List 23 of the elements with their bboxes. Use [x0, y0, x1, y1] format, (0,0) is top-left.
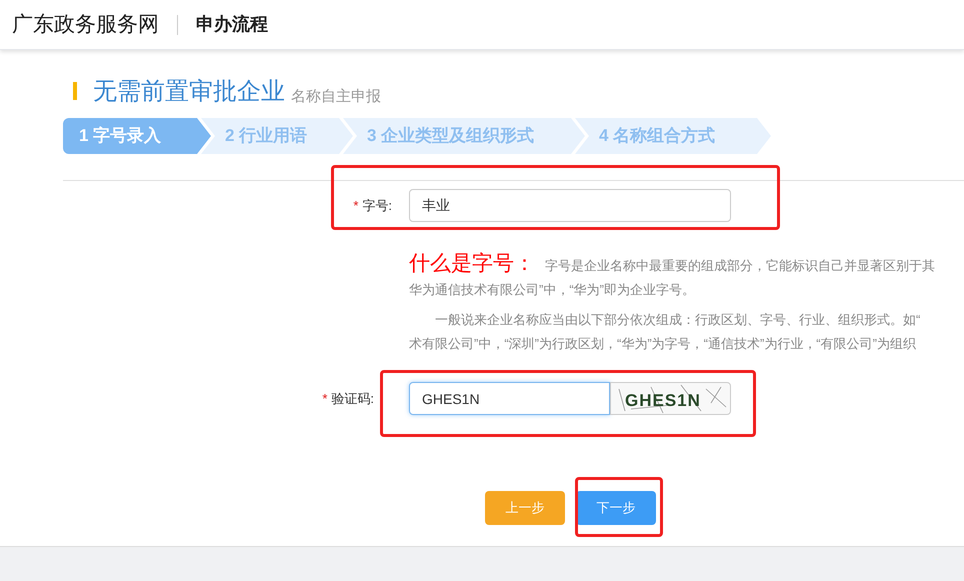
- help-text: 术有限公司”中，“深圳”为行政区划，“华为”为字号，“通信技术”为行业，“有限公司”为组织: [409, 335, 917, 353]
- captcha-image[interactable]: GHES1N: [610, 382, 731, 415]
- step-tab[interactable]: 2 行业用语: [201, 118, 353, 154]
- field-label: 验证码:: [331, 390, 374, 408]
- help-heading: 什么是字号：: [409, 252, 535, 276]
- step-tab[interactable]: 4 名称组合方式: [575, 118, 771, 154]
- page-subtitle: 名称自主申报: [291, 86, 381, 106]
- required-mark: *: [322, 390, 328, 408]
- site-title: 广东政务服务网: [12, 12, 159, 38]
- help-text: 华为通信技术有限公司”中，“华为”即为企业字号。: [409, 281, 696, 299]
- accent-bar: [73, 82, 77, 100]
- required-mark: *: [353, 196, 358, 215]
- captcha-input[interactable]: GHES1N: [409, 382, 610, 415]
- next-button[interactable]: 下一步: [576, 491, 656, 525]
- help-text: 一般说来企业名称应当由以下部分依次组成：行政区划、字号、行业、组织形式。如“: [434, 311, 922, 329]
- back-button[interactable]: 上一步: [485, 491, 565, 525]
- help-text: 字号是企业名称中最重要的组成部分，它能标识自己并显著区别于其: [545, 257, 935, 275]
- section-title: 申办流程: [196, 13, 268, 36]
- step-tab[interactable]: 1 字号录入: [63, 118, 211, 154]
- name-input[interactable]: 丰业: [409, 189, 731, 222]
- step-tab[interactable]: 3 企业类型及组织形式: [343, 118, 585, 154]
- field-label: 字号:: [362, 196, 392, 215]
- page-title: 无需前置审批企业: [93, 77, 285, 107]
